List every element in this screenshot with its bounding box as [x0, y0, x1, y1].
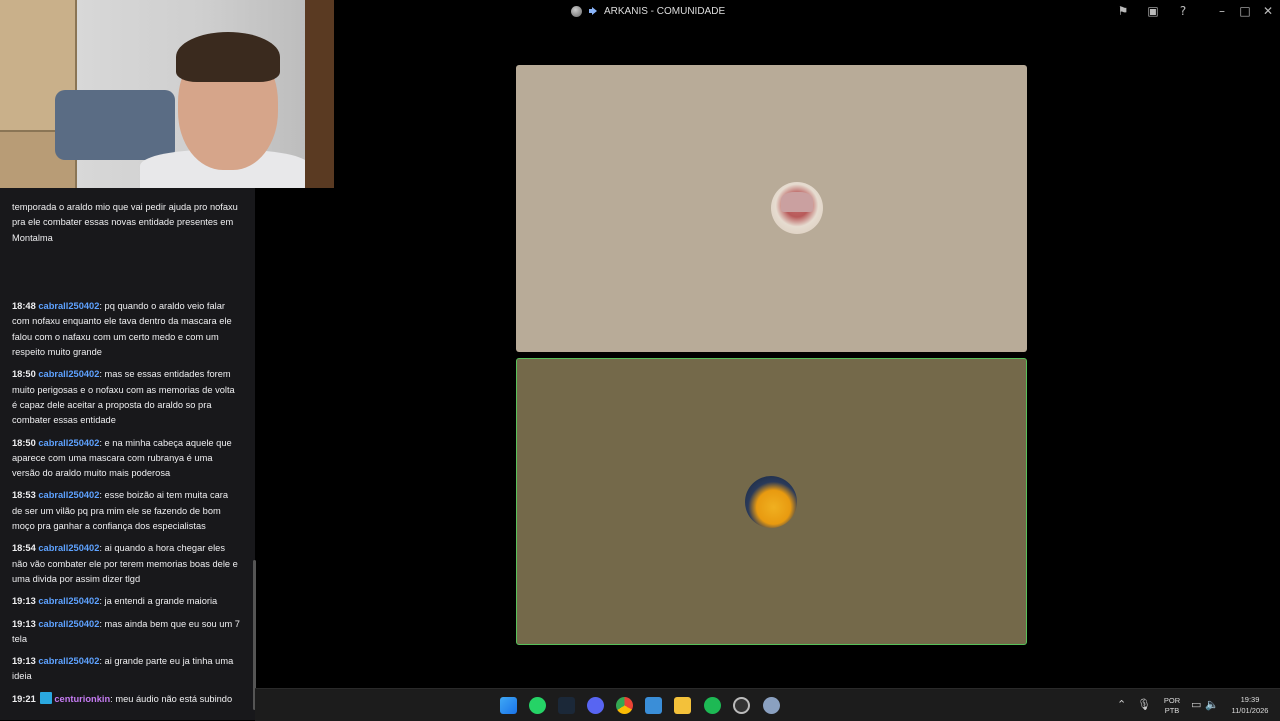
maximize-button[interactable]: □ — [1235, 2, 1255, 20]
window-title-group: ARKANIS - COMUNIDADE — [571, 4, 725, 18]
chat-timestamp: 19:13 — [12, 596, 36, 607]
chat-timestamp: 18:53 — [12, 490, 36, 501]
chat-text: : ja entendi a grande maioria — [99, 596, 218, 607]
webcam-bed — [55, 90, 175, 160]
webcam-door — [305, 0, 334, 188]
chat-username[interactable]: cabrall250402 — [38, 543, 99, 553]
chat-timestamp: 18:54 — [12, 543, 36, 554]
chat-message-list: 18:48 cabrall250402: pq quando o araldo … — [12, 299, 240, 714]
taskbar-clock[interactable]: 19:39 11/01/2026 — [1220, 694, 1280, 716]
network-icon[interactable]: ▭ — [1191, 698, 1201, 711]
chat-username[interactable]: cabrall250402 — [38, 438, 99, 448]
chat-timestamp: 18:50 — [12, 369, 36, 380]
prime-badge-icon — [40, 691, 53, 704]
windows-start-icon[interactable] — [500, 697, 517, 714]
windows-taskbar: ⌃ 🎙 POR PTB ▭ 🔈 19:39 11/01/2026 — [255, 688, 1280, 721]
chrome-icon[interactable] — [616, 697, 633, 714]
chat-username[interactable]: cabrall250402 — [38, 369, 99, 379]
flag-icon[interactable]: ⚑ — [1113, 2, 1133, 20]
language-code: POR — [1163, 696, 1181, 705]
chat-message: 19:21 centurionkin: meu áudio não está s… — [12, 691, 240, 707]
chat-text: : meu áudio não está subindo — [110, 693, 233, 704]
photos-icon[interactable] — [645, 697, 662, 714]
clock-date: 11/01/2026 — [1231, 706, 1269, 715]
chat-username[interactable]: cabrall250402 — [38, 619, 99, 629]
chat-timestamp: 19:21 — [12, 693, 36, 704]
close-button[interactable]: ✕ — [1258, 2, 1278, 20]
chat-message: 19:13 cabrall250402: ja entendi a grande… — [12, 594, 240, 609]
chat-timestamp: 19:13 — [12, 618, 36, 629]
webcam-feed — [0, 0, 334, 188]
chat-message: 19:13 cabrall250402: ai grande parte eu … — [12, 654, 240, 685]
chat-message: 18:54 cabrall250402: ai quando a hora ch… — [12, 541, 240, 587]
chat-timestamp: 18:50 — [12, 437, 36, 448]
stream-chat[interactable]: temporada o araldo mio que vai pedir aju… — [0, 188, 255, 720]
volume-icon[interactable]: 🔈 — [1205, 698, 1219, 711]
chat-message: 18:48 cabrall250402: pq quando o araldo … — [12, 299, 240, 360]
voice-tile-participant-2-speaking[interactable] — [516, 358, 1027, 645]
input-language-indicator[interactable]: POR PTB — [1160, 696, 1184, 716]
settings-icon[interactable] — [763, 697, 780, 714]
microphone-icon[interactable]: 🎙 — [1137, 698, 1151, 711]
help-icon[interactable]: ? — [1173, 2, 1193, 20]
voice-tile-participant-1[interactable] — [516, 65, 1027, 352]
obs-icon[interactable] — [733, 697, 750, 714]
chat-username[interactable]: cabrall250402 — [38, 656, 99, 666]
chat-message: 18:53 cabrall250402: esse boizão ai tem … — [12, 488, 240, 534]
participant-avatar — [745, 476, 797, 528]
chat-timestamp: 19:13 — [12, 656, 36, 667]
chat-message: 19:13 cabrall250402: mas ainda bem que e… — [12, 617, 240, 648]
clock-time: 19:39 — [1240, 695, 1260, 704]
webcam-person-hair — [176, 32, 280, 82]
chat-message: 18:50 cabrall250402: mas se essas entida… — [12, 367, 240, 428]
chat-timestamp: 18:48 — [12, 301, 36, 312]
keyboard-layout: PTB — [1164, 706, 1180, 715]
participant-avatar — [771, 182, 823, 234]
chat-username[interactable]: cabrall250402 — [38, 490, 99, 500]
file-explorer-icon[interactable] — [674, 697, 691, 714]
avatar-hat — [781, 192, 813, 212]
whatsapp-icon[interactable] — [529, 697, 546, 714]
steam-icon[interactable] — [558, 697, 575, 714]
chat-message-fragment: temporada o araldo mio que vai pedir aju… — [12, 202, 238, 243]
discord-icon[interactable] — [587, 697, 604, 714]
minimize-button[interactable]: – — [1212, 2, 1232, 20]
spotify-icon[interactable] — [704, 697, 721, 714]
inbox-icon[interactable]: ▣ — [1143, 2, 1163, 20]
chat-message: 18:50 cabrall250402: e na minha cabeça a… — [12, 436, 240, 482]
chat-username[interactable]: cabrall250402 — [38, 596, 99, 606]
chat-username[interactable]: cabrall250402 — [38, 301, 99, 311]
voice-channel-icon — [588, 6, 598, 16]
tray-chevron-up-icon[interactable]: ⌃ — [1117, 698, 1126, 711]
window-title: ARKANIS - COMUNIDADE — [604, 5, 726, 17]
chat-username[interactable]: centurionkin — [54, 694, 110, 704]
server-icon — [571, 5, 582, 17]
